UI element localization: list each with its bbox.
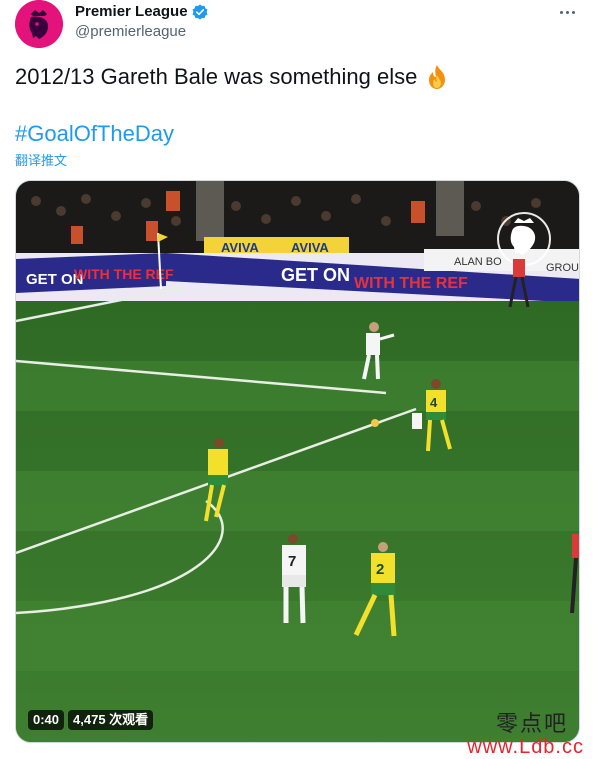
site-watermark-chinese: 零点吧	[495, 712, 568, 737]
tweet-text: 2012/13 Gareth Bale was something else	[15, 63, 451, 91]
fire-icon	[423, 63, 451, 91]
video-player[interactable]: AVIVA AVIVA GET ON WITH THE REF GET ON W…	[15, 180, 580, 743]
shirt-number-7: 7	[288, 553, 296, 570]
author-name-row: Premier League	[75, 3, 208, 20]
site-watermark-url: www.Ldb.cc	[467, 736, 584, 758]
tweet-body: 2012/13 Gareth Bale was something else	[15, 64, 418, 89]
aviva-board-left: AVIVA	[221, 240, 259, 255]
more-options-icon[interactable]	[555, 2, 579, 22]
football-match-frame: AVIVA AVIVA GET ON WITH THE REF GET ON W…	[16, 181, 580, 742]
shirt-number-4: 4	[430, 395, 438, 410]
shirt-number-2: 2	[376, 561, 384, 578]
aviva-board-right: AVIVA	[291, 240, 329, 255]
football	[371, 419, 379, 427]
video-duration: 0:40	[28, 710, 65, 730]
author-avatar[interactable]	[15, 0, 63, 48]
author-handle[interactable]: @premierleague	[75, 23, 186, 40]
board-text-middle: GET ON	[281, 265, 350, 285]
board-text-middle-red: WITH THE REF	[354, 275, 468, 292]
translate-tweet-link[interactable]: 翻译推文	[15, 150, 67, 169]
hashtag-link[interactable]: #GoalOfTheDay	[15, 120, 174, 148]
author-display-name[interactable]: Premier League	[75, 3, 188, 20]
premier-league-lion-logo	[15, 0, 63, 48]
board-text-group: GROUP	[546, 262, 580, 274]
board-text-alan: ALAN BO	[454, 256, 502, 268]
video-stats-overlay: 0:40 4,475 次观看	[28, 710, 154, 730]
verified-badge-icon	[192, 4, 208, 20]
video-views: 4,475 次观看	[68, 710, 154, 730]
